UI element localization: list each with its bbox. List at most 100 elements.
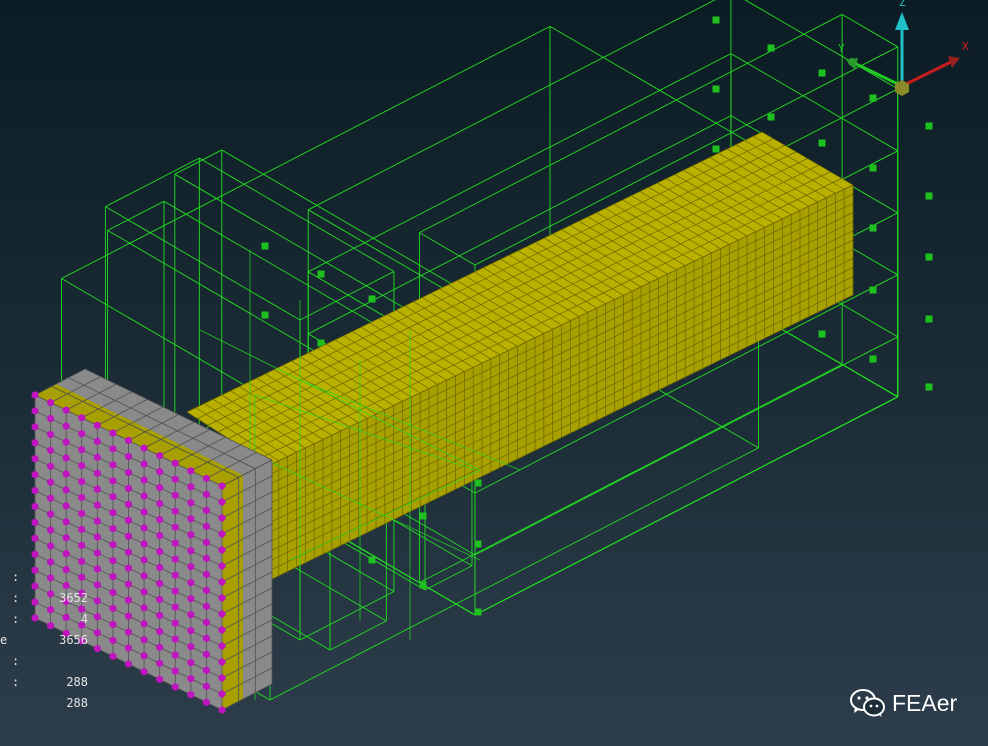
constraint-node <box>46 526 55 534</box>
constraint-node <box>93 629 101 637</box>
constraint-node <box>78 446 86 454</box>
constraint-node <box>156 563 164 572</box>
constraint-node <box>109 429 117 437</box>
wire-node-marker <box>869 286 877 294</box>
wire-node-marker <box>712 145 720 153</box>
wire-node-marker <box>869 355 877 363</box>
beam-mesh <box>186 131 854 581</box>
constraint-node <box>202 650 211 658</box>
wire-node-marker <box>474 608 482 616</box>
constraint-node <box>93 565 101 573</box>
axis-triad: Z Y X <box>838 0 969 96</box>
constraint-node <box>171 587 179 595</box>
constraint-node <box>62 502 70 510</box>
wire-edge <box>61 25 551 279</box>
constraint-node <box>93 485 101 493</box>
constraint-node <box>93 645 101 653</box>
wire-edge <box>107 200 165 231</box>
constraint-node <box>124 596 133 604</box>
wire-node-marker <box>712 16 720 24</box>
stat-row: : 3652 <box>0 546 88 605</box>
wire-node-marker <box>317 270 325 278</box>
wire-node-marker <box>869 224 877 232</box>
constraint-node <box>187 563 195 571</box>
constraint-node <box>140 572 148 580</box>
wire-node-marker <box>818 330 826 338</box>
constraint-node <box>171 619 179 627</box>
wire-node-marker <box>925 122 933 130</box>
constraint-node <box>171 459 179 467</box>
constraint-node <box>124 628 133 636</box>
constraint-node <box>202 554 211 562</box>
constraint-node <box>31 486 39 495</box>
wire-edge <box>299 271 395 321</box>
constraint-node <box>171 507 179 515</box>
wire-edge <box>424 565 473 591</box>
constraint-node <box>46 478 55 486</box>
constraint-node <box>46 558 55 566</box>
constraint-node <box>218 530 226 538</box>
axis-x-label: X <box>962 40 969 53</box>
constraint-node <box>218 482 226 490</box>
y-axis-icon: Y <box>838 42 903 88</box>
wire-edge <box>419 232 476 266</box>
constraint-node <box>187 627 195 635</box>
wire-edge <box>841 364 898 398</box>
wire-edge <box>299 591 395 641</box>
constraint-node <box>218 674 226 682</box>
constraint-node <box>109 636 117 644</box>
constraint-node <box>31 423 39 431</box>
constraint-node <box>109 652 117 660</box>
constraint-node <box>202 618 211 626</box>
constraint-node <box>156 579 164 588</box>
constraint-node <box>124 644 133 652</box>
constraint-node <box>78 573 86 581</box>
constraint-node <box>93 421 101 429</box>
constraint-node <box>124 580 133 588</box>
stat-row: : 288 <box>0 651 88 710</box>
constraint-node <box>218 642 226 650</box>
wire-edge <box>199 157 395 272</box>
watermark-text: FEAer <box>892 689 958 716</box>
constraint-node <box>171 571 179 579</box>
constraint-node <box>171 491 179 499</box>
constraint-node <box>171 539 179 547</box>
model-scene[interactable] <box>0 0 988 746</box>
constraint-node <box>78 541 86 549</box>
wire-node-marker <box>925 253 933 261</box>
constraint-node <box>202 634 211 642</box>
constraint-node <box>202 474 211 483</box>
constraint-node <box>218 546 226 554</box>
wire-node-marker <box>818 139 826 147</box>
constraint-node <box>156 484 164 492</box>
constraint-node <box>156 627 164 636</box>
graphics-viewport[interactable]: Z Y X : 3652 : 4 : 3656 e: 288: 288 FE… <box>0 0 988 746</box>
wire-node-marker <box>712 85 720 93</box>
constraint-node <box>124 516 133 524</box>
stat-row: : 288 <box>0 630 88 689</box>
constraint-node <box>187 515 195 523</box>
constraint-node <box>78 509 86 518</box>
constraint-node <box>62 422 70 430</box>
constraint-node <box>109 461 117 469</box>
wire-edge <box>221 149 473 297</box>
constraint-node <box>46 414 55 423</box>
constraint-node <box>62 518 70 526</box>
constraint-node <box>78 557 86 565</box>
stat-section-label: e <box>0 609 43 647</box>
constraint-node <box>218 690 226 698</box>
constraint-node <box>62 438 70 446</box>
constraint-node <box>46 510 55 518</box>
axis-y-label: Y <box>838 42 845 55</box>
constraint-node <box>202 682 211 690</box>
constraint-node <box>124 436 133 445</box>
constraint-node <box>156 468 164 476</box>
constraint-node <box>187 499 195 507</box>
wire-node-marker <box>474 540 482 548</box>
constraint-node <box>187 531 195 539</box>
wire-node-marker <box>925 315 933 323</box>
wire-edge <box>163 200 387 332</box>
wire-node-marker <box>818 69 826 77</box>
constraint-node <box>140 604 148 612</box>
constraint-node <box>31 518 39 527</box>
